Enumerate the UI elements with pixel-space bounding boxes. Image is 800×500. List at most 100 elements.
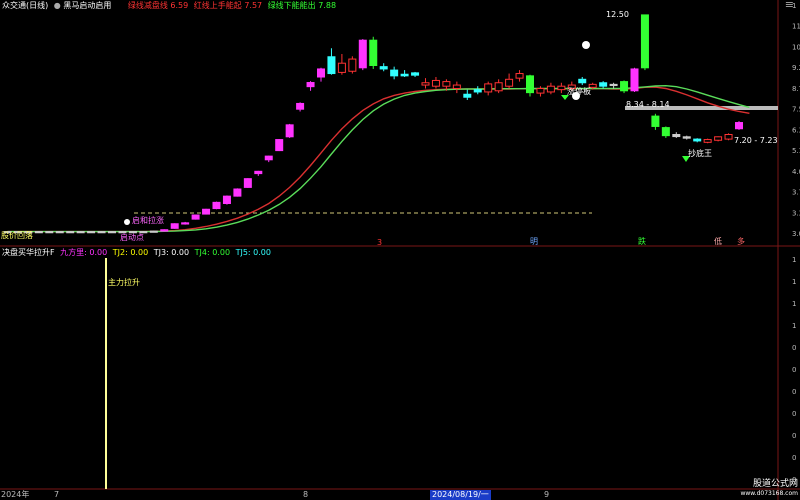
start-marker-icon (124, 219, 130, 225)
candle-body (609, 83, 618, 87)
candle (149, 230, 158, 233)
y-axis-label: 8.7 (792, 85, 800, 93)
annotation-left-bar-label: 股价回落 (1, 231, 33, 240)
candle-body (348, 58, 357, 72)
candle-body (243, 178, 252, 188)
candle-body (306, 82, 315, 88)
annotation-bottom-king: 抄底王 (688, 149, 712, 158)
candle-body (578, 78, 587, 84)
candle-body (264, 155, 273, 161)
marker-3: 低 (714, 237, 722, 246)
candle-body (640, 14, 649, 69)
candle (630, 67, 639, 92)
candle-body (473, 89, 482, 93)
menu-button[interactable]: ≡ (785, 0, 794, 10)
candle-body (724, 134, 733, 140)
sub-y-axis-label: 0 (792, 432, 796, 440)
candle-body (651, 115, 660, 127)
sub-y-axis-label: 0 (792, 366, 796, 374)
candle-body (285, 124, 294, 138)
candle-body (222, 195, 231, 204)
candle (212, 201, 221, 210)
candle-body (536, 88, 545, 94)
candle (45, 231, 54, 234)
candle-body (599, 82, 608, 87)
candle-body (630, 68, 639, 92)
candle (620, 80, 629, 94)
x-label-3: 2024/08/19/一 (430, 490, 491, 500)
candle (243, 178, 252, 188)
candle-body (431, 79, 440, 87)
chart-header: 众交通(日线) ● 黑马启动启用 绿线减盘线 6.59 红线上手能起 7.57 … (2, 1, 336, 11)
indicator-name[interactable]: 黑马启动启用 (63, 1, 111, 10)
sub-y-axis-label: 0 (792, 388, 796, 396)
candle-body (45, 231, 54, 234)
indicator-dot-icon: ● (53, 1, 61, 10)
candle (34, 231, 43, 234)
candle-body (546, 85, 555, 93)
candle (369, 36, 378, 69)
candle (55, 231, 64, 234)
sub-y-axis-label: 0 (792, 410, 796, 418)
marker-4: 多 (737, 237, 745, 246)
candle-body (442, 81, 451, 87)
y-axis-label: 9.2 (792, 64, 800, 72)
candle (222, 195, 231, 205)
high-marker-icon (582, 41, 590, 49)
candle-body (620, 81, 629, 92)
candle-body (233, 188, 242, 197)
candle-body (411, 72, 420, 76)
candle-body (452, 84, 461, 90)
candle-body (661, 127, 670, 137)
candle-body (358, 39, 367, 69)
candle-body (672, 134, 681, 138)
candle-body (735, 122, 743, 130)
x-label-0: 2024年 (1, 490, 30, 499)
y-axis-label: 7.5 (792, 106, 800, 114)
sub-indicator-name[interactable]: 决盘买华拉升F (2, 248, 55, 257)
candle-body (379, 66, 388, 70)
candle-body (181, 222, 190, 225)
candle-body (191, 214, 200, 220)
candle (703, 138, 712, 144)
candle (108, 231, 116, 234)
candle-body (390, 69, 399, 77)
candle (640, 14, 649, 71)
y-axis-label: 10.4 (792, 43, 800, 51)
x-label-1: 7 (54, 490, 60, 499)
candle-body (327, 56, 336, 75)
candle-body (108, 231, 116, 234)
annotation-limit-up: 涨停板 (567, 87, 591, 96)
candle-body (76, 231, 85, 234)
x-label-4: 9 (544, 490, 550, 499)
candle-body (400, 73, 409, 77)
candle (87, 231, 96, 234)
candle-body (505, 78, 514, 87)
candle-body (34, 231, 43, 234)
candle-body (494, 82, 503, 92)
stock-title[interactable]: 众交通(日线) (2, 1, 48, 10)
candle-body (463, 93, 472, 98)
candle-body (212, 201, 221, 210)
candle (76, 231, 85, 234)
candle-body (515, 73, 524, 79)
sub-y-axis-label: 1 (792, 278, 796, 286)
y-axis-label: 3.3 (792, 209, 800, 217)
annotation-launch-point: 启动点 (120, 233, 144, 242)
sub-y-axis-label: 1 (792, 322, 796, 330)
annotation-mainforce-pull: 主力拉升 (108, 278, 140, 287)
candle-body (682, 136, 691, 139)
sub-header: 决盘买华拉升F 九方里: 0.00 TJ2: 0.00 TJ3: 0.00 TJ… (2, 248, 271, 257)
header-item-2: 绿线下能能出 7.88 (267, 1, 337, 10)
candle-body (87, 231, 96, 234)
sub-y-axis-label: 1 (792, 300, 796, 308)
y-axis-label: 3.7 (792, 189, 800, 197)
candle-body (421, 82, 430, 86)
candle-body (254, 170, 263, 175)
sub-y-axis-label: 0 (792, 454, 796, 462)
candle (66, 231, 75, 234)
candle (97, 231, 106, 234)
annotation-low-start: 启和拉涨 (132, 216, 164, 225)
candle-body (149, 230, 158, 233)
candle (275, 139, 284, 152)
